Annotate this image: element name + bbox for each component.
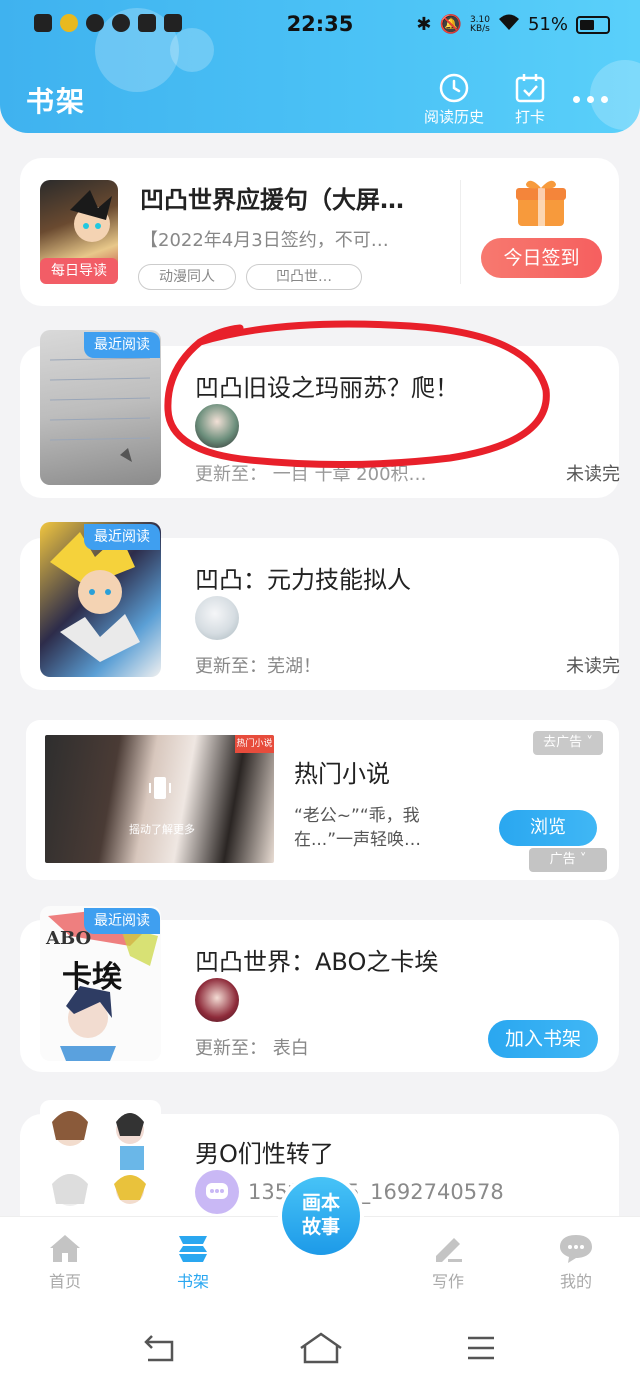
battery-percent: 51%	[527, 14, 568, 35]
chat-bubble-icon	[206, 1183, 228, 1199]
ad-label-text: 广告	[549, 852, 576, 867]
clock-icon	[439, 73, 469, 103]
anime-cover-art-icon	[52, 1111, 146, 1206]
mute-icon: 🔕	[439, 14, 462, 35]
divider	[460, 180, 461, 284]
book-cover[interactable]	[40, 1100, 161, 1216]
daily-guide-badge: 每日导读	[40, 258, 118, 284]
decor-bubble	[590, 60, 640, 130]
book-title[interactable]: 凹凸：元力技能拟人	[195, 560, 411, 595]
remove-ads-button[interactable]: 去广告 ˅	[533, 731, 603, 755]
book-update: 更新至： 一目 十章 200积…	[195, 464, 427, 485]
read-status: 未读完	[566, 464, 620, 485]
book-update: 更新至：芜湖！	[195, 656, 321, 677]
home-icon	[50, 1235, 80, 1262]
ad-label[interactable]: 广告 ˅	[529, 848, 607, 872]
book-title[interactable]: 凹凸旧设之玛丽苏？爬！	[195, 368, 459, 403]
cover-text: ABO	[46, 928, 92, 949]
status-right: ✱ 🔕 3.10 KB/s 51%	[416, 13, 610, 36]
nav-story-button[interactable]: 画本 故事	[278, 1173, 364, 1259]
browse-button[interactable]: 浏览	[499, 810, 597, 846]
book-title[interactable]: 男O们性转了	[195, 1134, 334, 1169]
app-header: 22:35 ✱ 🔕 3.10 KB/s 51% 书架 阅读历史 打卡	[0, 0, 640, 133]
remove-ads-label: 去广告	[543, 735, 583, 750]
more-options-icon[interactable]	[573, 96, 608, 103]
checkin-button[interactable]: 打卡	[514, 72, 546, 127]
ad-desc: “老公~”“乖，我在...”一声轻唤…	[294, 806, 422, 850]
daily-guide-desc: 【2022年4月3日签约，不可…	[140, 230, 389, 251]
home-system-icon[interactable]	[299, 1332, 343, 1364]
nav-write-label: 写作	[431, 1272, 464, 1291]
shake-icon	[149, 777, 171, 799]
net-speed: 3.10 KB/s	[470, 15, 490, 34]
battery-icon	[576, 15, 610, 34]
nav-mine[interactable]: 我的	[536, 1232, 616, 1292]
chat-icon	[560, 1235, 592, 1263]
book-update: 更新至： 表白	[195, 1038, 309, 1059]
page-title: 书架	[26, 85, 87, 118]
nav-write[interactable]: 写作	[408, 1232, 488, 1292]
pencil-icon	[436, 1238, 462, 1262]
nav-home[interactable]: 首页	[25, 1232, 105, 1292]
chevron-down-icon: ˅	[579, 852, 587, 867]
status-bar: 22:35 ✱ 🔕 3.10 KB/s 51%	[0, 0, 640, 52]
gift-icon	[516, 180, 566, 226]
nav-story-line2: 故事	[301, 1216, 340, 1238]
author-avatar[interactable]	[195, 978, 239, 1022]
ad-image[interactable]: 热门小说 摇动了解更多	[45, 735, 274, 863]
bookshelf-icon	[179, 1236, 207, 1262]
reading-history-label: 阅读历史	[424, 108, 485, 126]
nav-home-label: 首页	[48, 1272, 81, 1291]
wifi-icon	[498, 13, 520, 36]
author-avatar[interactable]	[195, 1170, 239, 1214]
back-icon[interactable]	[142, 1334, 176, 1364]
net-speed-unit: KB/s	[470, 23, 490, 34]
nav-mine-label: 我的	[559, 1272, 592, 1291]
calendar-check-icon	[515, 74, 545, 103]
add-to-shelf-button[interactable]: 加入书架	[488, 1020, 598, 1058]
author-avatar[interactable]	[195, 404, 239, 448]
chevron-down-icon: ˅	[586, 735, 593, 750]
tag-chip[interactable]: 凹凸世…	[246, 264, 362, 290]
system-nav-bar	[0, 1312, 640, 1387]
recent-read-badge: 最近阅读	[84, 332, 160, 358]
ad-title[interactable]: 热门小说	[294, 754, 390, 789]
ad-image-caption: 摇动了解更多	[129, 823, 195, 836]
daily-guide-title[interactable]: 凹凸世界应援句（大屏…	[140, 180, 404, 215]
checkin-label: 打卡	[514, 108, 545, 126]
book-title[interactable]: 凹凸世界：ABO之卡埃	[195, 942, 438, 977]
read-status: 未读完	[566, 656, 620, 677]
recent-read-badge: 最近阅读	[84, 908, 160, 934]
signin-button[interactable]: 今日签到	[481, 238, 602, 278]
nav-bookshelf-label: 书架	[176, 1272, 209, 1291]
cover-text: 卡埃	[62, 960, 122, 995]
author-avatar[interactable]	[195, 596, 239, 640]
ad-image-corner: 热门小说	[235, 735, 274, 753]
recent-read-badge: 最近阅读	[84, 524, 160, 550]
menu-icon[interactable]	[466, 1334, 496, 1362]
tag-chip[interactable]: 动漫同人	[138, 264, 236, 290]
nav-bookshelf[interactable]: 书架	[153, 1232, 233, 1292]
reading-history-button[interactable]: 阅读历史	[424, 72, 484, 127]
bluetooth-icon: ✱	[416, 14, 432, 35]
nav-story-line1: 画本	[301, 1192, 340, 1214]
